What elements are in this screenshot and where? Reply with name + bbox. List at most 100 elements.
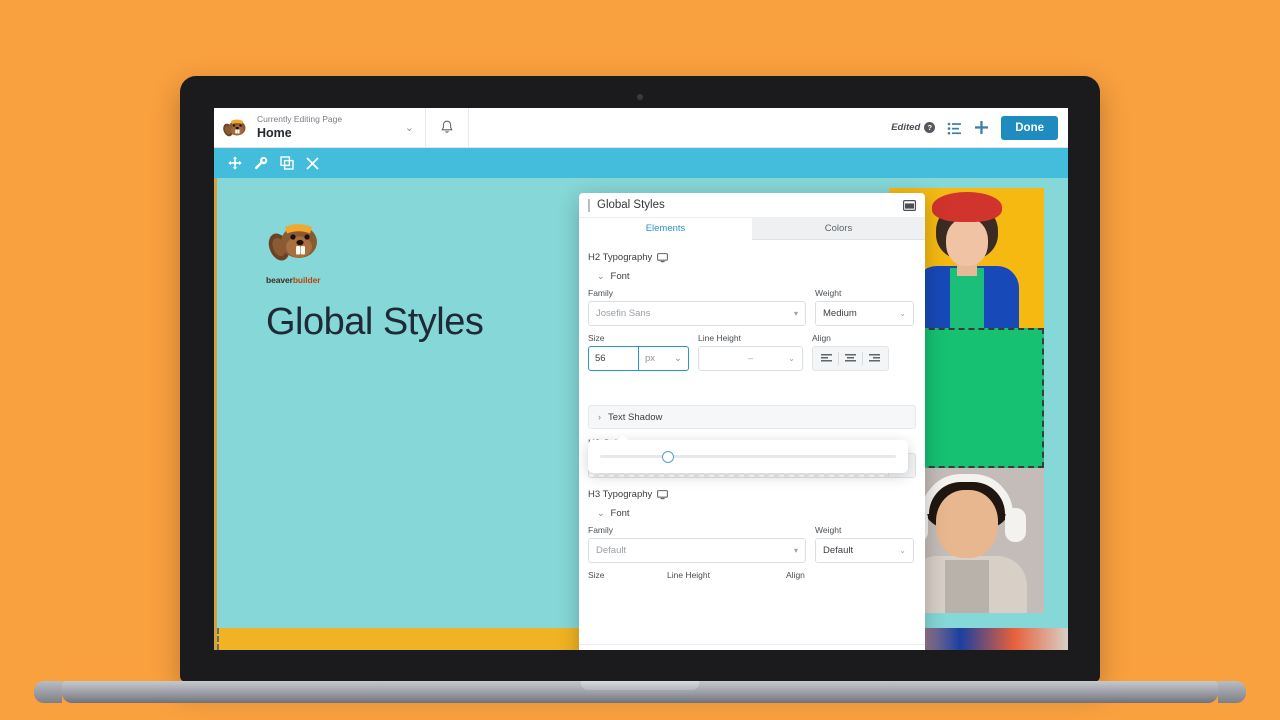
h3-typography-text: H3 Typography — [588, 489, 653, 500]
h2-lineheight-value: – — [747, 353, 754, 364]
panel-body: H2 Typography ⌄ Font Family Josefin Sans… — [579, 240, 925, 644]
h2-typography-section-label: H2 Typography — [588, 252, 916, 263]
text-shadow-label: Text Shadow — [608, 411, 663, 423]
chevron-down-icon: ⌄ — [674, 353, 682, 364]
builder-bar-actions: Edited ? Done — [891, 108, 1068, 147]
h2-family-label: Family — [588, 288, 614, 298]
size-slider-track[interactable] — [600, 450, 896, 463]
h3-weight-field: Weight Default ⌄ — [815, 525, 914, 563]
align-right-icon[interactable] — [863, 348, 886, 369]
chevron-down-icon: ⌄ — [899, 546, 906, 555]
h2-size-group: 56 px ⌄ — [588, 346, 689, 371]
h2-size-unit-value: px — [645, 353, 656, 364]
panel-header[interactable]: Global Styles — [579, 193, 925, 218]
h2-size-input[interactable]: 56 — [588, 346, 639, 371]
h3-family-value: Default — [596, 545, 627, 556]
h2-weight-field: Weight Medium ⌄ — [815, 288, 914, 326]
face — [945, 218, 988, 266]
row-toolbar — [214, 148, 1068, 178]
size-slider-popover[interactable] — [588, 435, 908, 473]
wordmark-beaver: beaver — [266, 275, 293, 285]
h3-family-select[interactable]: Default ▾ — [588, 538, 806, 563]
h2-family-field: Family Josefin Sans ▾ — [588, 288, 806, 326]
laptop-mockup: Currently Editing Page Home ⌄ Edited ? D… — [0, 0, 1280, 720]
h3-size-label: Size — [588, 570, 605, 580]
laptop-screen: Currently Editing Page Home ⌄ Edited ? D… — [214, 108, 1068, 650]
h3-family-weight-row: Family Default ▾ Weight Default ⌄ — [588, 525, 916, 563]
align-center-icon[interactable] — [839, 348, 862, 369]
h2-align-label: Align — [812, 333, 831, 343]
notifications-button[interactable] — [426, 108, 469, 147]
h2-family-select[interactable]: Josefin Sans ▾ — [588, 301, 806, 326]
plus-icon[interactable] — [974, 120, 989, 135]
beaver-builder-mark-icon — [268, 224, 317, 261]
h2-weight-label: Weight — [815, 288, 842, 298]
chevron-down-icon: ⌄ — [899, 309, 906, 318]
h3-family-field: Family Default ▾ — [588, 525, 806, 563]
tab-elements[interactable]: Elements — [579, 218, 752, 240]
move-tool-icon[interactable] — [223, 152, 246, 175]
hero-block: beaverbuilder Global Styles — [266, 216, 596, 344]
outline-list-icon[interactable] — [947, 121, 962, 135]
size-slider-handle[interactable] — [662, 450, 675, 463]
monitor-icon[interactable] — [657, 489, 669, 500]
h3-font-accordion[interactable]: ⌄ Font — [597, 508, 916, 519]
h3-weight-label: Weight — [815, 525, 842, 535]
h3-weight-select[interactable]: Default ⌄ — [815, 538, 914, 563]
window-dock-icon[interactable] — [903, 199, 916, 211]
h2-lineheight-label: Line Height — [698, 333, 742, 343]
chevron-down-icon: ⌄ — [404, 122, 414, 134]
headphone-cup-right — [1005, 508, 1026, 542]
h2-weight-select[interactable]: Medium ⌄ — [815, 301, 914, 326]
bell-icon — [441, 120, 453, 133]
h2-weight-value: Medium — [823, 308, 857, 319]
h2-align-field: Align — [812, 333, 889, 371]
close-tool-icon[interactable] — [301, 152, 324, 175]
text-shadow-accordion[interactable]: › Text Shadow — [588, 405, 916, 429]
page-selector[interactable]: Currently Editing Page Home ⌄ — [214, 108, 426, 147]
h2-size-unit-select[interactable]: px ⌄ — [639, 346, 689, 371]
copy-tool-icon[interactable] — [275, 152, 298, 175]
h2-size-label: Size — [588, 333, 605, 343]
h2-family-value: Josefin Sans — [596, 308, 651, 319]
panel-footer: Save Reset Cancel — [579, 644, 925, 650]
done-button[interactable]: Done — [1001, 115, 1058, 140]
h3-size-lineheight-align-row: Size Line Height Align — [588, 570, 916, 583]
monitor-icon[interactable] — [657, 252, 669, 263]
h2-font-accordion[interactable]: ⌄ Font — [597, 271, 916, 282]
wrench-tool-icon[interactable] — [249, 152, 272, 175]
help-icon[interactable]: ? — [924, 122, 936, 133]
h2-align-group — [812, 346, 889, 371]
red-beret — [931, 192, 1002, 222]
row-action-group — [216, 148, 331, 178]
h2-lineheight-field: Line Height – ⌄ — [698, 333, 803, 371]
align-left-icon[interactable] — [815, 348, 838, 369]
h2-typography-text: H2 Typography — [588, 252, 653, 263]
chevron-down-icon: ⌄ — [597, 508, 605, 518]
chevron-down-icon: ⌄ — [597, 271, 605, 281]
laptop-base-notch — [581, 681, 699, 690]
headphone-band — [920, 474, 1013, 514]
h3-typography-section-label: H3 Typography — [588, 489, 916, 500]
hero-heading: Global Styles — [266, 301, 484, 343]
tab-colors[interactable]: Colors — [752, 218, 925, 240]
h3-weight-value: Default — [823, 545, 854, 556]
h3-family-label: Family — [588, 525, 614, 535]
panel-drag-handle[interactable] — [588, 198, 590, 212]
page-context-label: Currently Editing Page — [257, 113, 343, 124]
chevron-down-icon: ▾ — [793, 309, 798, 318]
h3-lineheight-label: Line Height — [667, 570, 711, 580]
panel-title: Global Styles — [597, 199, 665, 211]
h2-family-weight-row: Family Josefin Sans ▾ Weight Medium ⌄ — [588, 288, 916, 326]
chevron-down-icon: ▾ — [793, 546, 798, 555]
panel-tabs: Elements Colors — [579, 218, 925, 240]
row-left-border — [214, 178, 217, 650]
webcam-dot — [637, 94, 643, 100]
h2-font-accordion-label: Font — [610, 271, 630, 282]
page-name: Home — [257, 125, 292, 140]
scroll-fade — [579, 628, 925, 644]
h2-lineheight-select[interactable]: – ⌄ — [698, 346, 803, 371]
shirt — [944, 560, 989, 613]
builder-top-bar: Currently Editing Page Home ⌄ Edited ? D… — [214, 108, 1068, 148]
